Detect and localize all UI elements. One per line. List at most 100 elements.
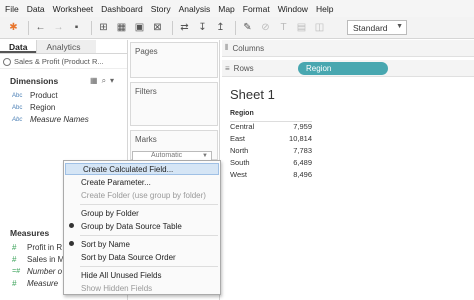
number-type-icon: # [12, 255, 17, 264]
rows-pill-region[interactable]: Region [298, 62, 388, 75]
undo-icon[interactable]: ← [33, 20, 48, 35]
search-icon[interactable]: ⌕ [102, 76, 106, 86]
field-sales[interactable]: # Sales in M [12, 254, 64, 265]
menu-worksheet[interactable]: Worksheet [53, 4, 93, 14]
menu-bar: File Data Worksheet Dashboard Story Anal… [0, 0, 474, 17]
rows-label: Rows [233, 63, 254, 73]
clear-sheet-icon[interactable]: ⊠ [150, 20, 165, 35]
calculated-number-icon: =# [12, 268, 20, 275]
menu-item-sort-by-data-source-order[interactable]: Sort by Data Source Order [64, 251, 220, 263]
menu-item-show-hidden-fields[interactable]: Show Hidden Fields [64, 282, 220, 294]
sort-descending-icon[interactable]: ↥ [213, 20, 228, 35]
menu-analysis[interactable]: Analysis [179, 4, 211, 14]
data-pane-tabs: Data Analytics [0, 40, 127, 54]
number-type-icon: # [12, 279, 17, 288]
menu-item-create-parameter[interactable]: Create Parameter... [64, 176, 220, 188]
menu-dashboard[interactable]: Dashboard [101, 4, 143, 14]
filters-title: Filters [135, 87, 157, 96]
chevron-down-icon[interactable]: ▾ [110, 76, 114, 86]
selected-radio-icon [69, 223, 74, 228]
row-label: Central [230, 122, 255, 131]
number-type-icon: # [12, 243, 17, 252]
field-region[interactable]: Abc Region [12, 102, 55, 113]
field-number-of-records[interactable]: =# Number o [12, 266, 62, 277]
menu-map[interactable]: Map [218, 4, 235, 14]
toolbar-divider [28, 20, 29, 35]
columns-shelf[interactable]: ⦀ Columns [222, 40, 474, 57]
menu-separator [80, 235, 218, 236]
view-mode-select[interactable]: Standard ▼ [347, 20, 407, 35]
menu-file[interactable]: File [5, 4, 19, 14]
label-icon[interactable]: T [276, 20, 291, 35]
menu-window[interactable]: Window [278, 4, 308, 14]
menu-help[interactable]: Help [316, 4, 333, 14]
field-measure-names[interactable]: Abc Measure Names [12, 114, 89, 125]
marks-type-value: Automatic [151, 152, 183, 159]
menu-item-hide-all-unused-fields[interactable]: Hide All Unused Fields [64, 269, 220, 281]
redo-icon[interactable]: → [51, 20, 66, 35]
table-row[interactable]: West 8,496 [230, 170, 312, 181]
pages-card[interactable]: Pages [130, 42, 218, 78]
save-icon[interactable]: ▪ [69, 20, 84, 35]
menu-item-create-folder[interactable]: Create Folder (use group by folder) [64, 189, 220, 201]
menu-separator [80, 204, 218, 205]
field-label: Sales in M [27, 255, 65, 264]
tab-analytics[interactable]: Analytics [36, 40, 97, 53]
row-value: 6,489 [293, 158, 312, 167]
toolbar-divider [91, 20, 92, 35]
row-label: North [230, 146, 249, 155]
dimensions-tools: ▦ ⌕ ▾ [90, 76, 114, 86]
fix-axes-icon[interactable]: ▤ [294, 20, 309, 35]
menu-format[interactable]: Format [243, 4, 270, 14]
add-datasource-icon[interactable]: ⊞ [96, 20, 111, 35]
field-label: Product [30, 91, 58, 100]
swap-icon[interactable]: ⇄ [177, 20, 192, 35]
row-label: West [230, 170, 247, 179]
columns-label: Columns [232, 43, 265, 53]
datasource-icon [3, 57, 11, 66]
row-value: 7,959 [293, 122, 312, 131]
new-sheet-icon[interactable]: ▦ [114, 20, 129, 35]
menu-item-create-calculated-field[interactable]: Create Calculated Field... [65, 163, 219, 175]
view-toggle-icon[interactable]: ▦ [90, 76, 98, 86]
menu-data[interactable]: Data [27, 4, 45, 14]
field-label: Region [30, 103, 56, 112]
field-label: Number o [27, 267, 63, 276]
menu-item-label: Sort by Name [81, 239, 130, 249]
string-type-icon: Abc [12, 104, 23, 111]
selected-radio-icon [69, 241, 74, 246]
tableau-logo-icon[interactable]: ✱ [6, 20, 21, 35]
duplicate-sheet-icon[interactable]: ▣ [132, 20, 147, 35]
toolbar-divider [235, 20, 236, 35]
toolbar-divider [172, 20, 173, 35]
datasource-label: Sales & Profit (Product R... [14, 57, 104, 66]
menu-item-group-by-folder[interactable]: Group by Folder [64, 207, 220, 219]
table-row[interactable]: North 7,783 [230, 146, 312, 157]
field-measure-values[interactable]: # Measure [12, 278, 58, 289]
table-row[interactable]: South 6,489 [230, 158, 312, 169]
table-row[interactable]: Central 7,959 [230, 122, 312, 133]
table-row[interactable]: East 10,814 [230, 134, 312, 145]
field-profit[interactable]: # Profit in R [12, 242, 62, 253]
table-header: Region [230, 110, 254, 117]
row-label: East [230, 134, 246, 143]
chevron-down-icon: ▼ [202, 153, 208, 159]
menu-story[interactable]: Story [151, 4, 171, 14]
menu-separator [80, 266, 218, 267]
field-product[interactable]: Abc Product [12, 90, 58, 101]
filters-card[interactable]: Filters [130, 82, 218, 126]
highlight-icon[interactable]: ✎ [240, 20, 255, 35]
sort-ascending-icon[interactable]: ↧ [195, 20, 210, 35]
tab-data[interactable]: Data [0, 40, 37, 53]
chevron-down-icon: ▼ [396, 23, 403, 30]
fit-icon[interactable]: ◫ [312, 20, 327, 35]
datasource-item[interactable]: Sales & Profit (Product R... [0, 55, 127, 69]
dimensions-title: Dimensions [10, 76, 59, 86]
menu-item-label: Group by Data Source Table [81, 221, 182, 231]
menu-item-group-by-data-source-table[interactable]: Group by Data Source Table [64, 220, 220, 232]
group-icon[interactable]: ⊘ [258, 20, 273, 35]
string-type-icon: Abc [12, 92, 23, 99]
menu-item-sort-by-name[interactable]: Sort by Name [64, 238, 220, 250]
field-label: Measure [27, 279, 59, 288]
row-value: 7,783 [293, 146, 312, 155]
